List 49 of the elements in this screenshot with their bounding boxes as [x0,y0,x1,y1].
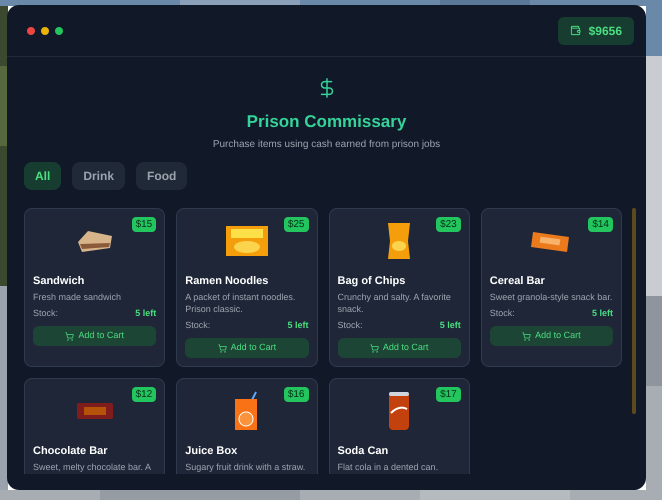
product-name: Ramen Noodles [185,274,270,288]
price-badge: $25 [284,216,308,232]
product-name: Bag of Chips [338,274,406,288]
category-tab[interactable]: Food [136,162,188,190]
soda-can-icon [387,391,412,431]
cart-icon [370,344,379,352]
product-description: Fresh made sandwich [33,290,122,302]
price-badge: $23 [436,216,461,232]
product-name: Soda Can [338,445,390,458]
page-subtitle: Purchase items using cash earned from prison jobs [212,138,440,152]
stock-count: 5 left [287,318,308,332]
stock-label: Stock: [490,306,515,320]
noodle-packet-icon [224,224,269,256]
category-tab[interactable]: Drink [72,162,126,190]
add-to-cart-button[interactable]: Add to Cart [33,326,156,346]
stock-label: Stock: [338,318,363,332]
stock-count: 5 left [440,318,461,332]
wallet-icon [570,25,581,36]
add-to-cart-button[interactable]: Add to Cart [338,338,461,358]
stock-label: Stock: [33,306,58,320]
product-description: Crunchy and salty. A favorite snack. [338,290,452,314]
price-badge: $14 [588,216,613,232]
cart-icon [218,344,227,352]
product-description: A packet of instant noodles. Prison classic. [185,290,296,314]
stock-count: 5 left [592,306,613,320]
balance-amount: $9656 [588,22,622,40]
cart-icon [65,332,74,340]
product-description: Sugary fruit drink with a straw. [185,461,306,473]
chips-bag-icon [386,222,412,260]
product-description: Sweet, melty chocolate bar. A [33,461,152,473]
category-tab[interactable]: All [24,162,62,190]
cart-icon [522,332,532,340]
product-name: Juice Box [185,445,238,458]
price-badge: $12 [132,387,156,402]
product-name: Cereal Bar [490,274,546,288]
add-to-cart-button[interactable]: Add to Cart [490,326,613,346]
page-title: Prison Commissary [246,111,406,133]
product-description: Flat cola in a dented can. [338,461,440,473]
product-description: Sweet granola-style snack bar. [490,290,613,302]
stock-count: 5 left [135,306,156,320]
product-name: Chocolate Bar [33,445,109,458]
price-badge: $16 [284,387,308,402]
stock-label: Stock: [185,318,210,332]
product-name: Sandwich [33,274,86,288]
chocolate-bar-icon [76,402,114,420]
price-badge: $15 [132,216,156,232]
scrollbar-thumb[interactable] [632,208,636,414]
price-badge: $17 [436,387,461,402]
add-to-cart-button[interactable]: Add to Cart [185,338,308,358]
